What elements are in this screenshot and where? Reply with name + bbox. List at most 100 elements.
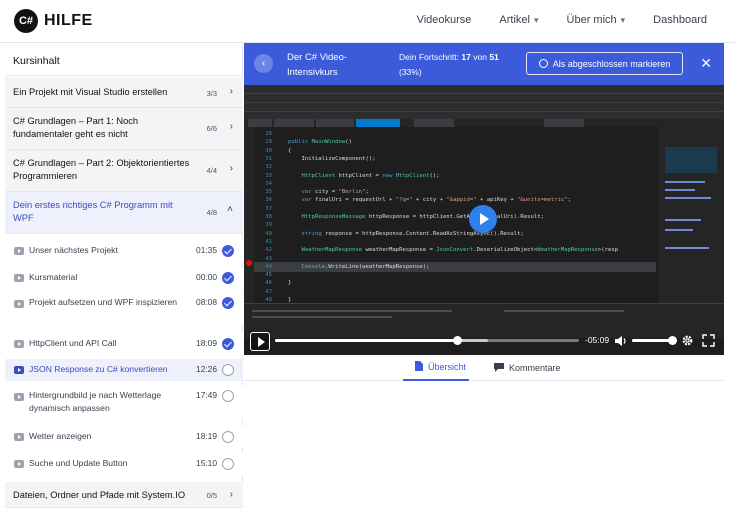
ide-gutter	[244, 127, 254, 303]
lesson-title: Unser nächstes Projekt	[29, 245, 118, 255]
nav-dashboard[interactable]: Dashboard	[653, 14, 707, 26]
lesson-item[interactable]: Unser nächstes Projekt 01:35	[5, 240, 243, 262]
tab-kommentare[interactable]: Kommentare	[494, 355, 574, 381]
mark-complete-button[interactable]: Als abgeschlossen markieren	[526, 52, 683, 75]
play-button[interactable]	[250, 332, 270, 351]
seek-bar[interactable]	[275, 336, 579, 345]
time-remaining: -05:09	[585, 335, 610, 345]
tab-uebersicht[interactable]: Übersicht	[403, 355, 469, 381]
tab-label: Kommentare	[509, 363, 561, 373]
course-progress: Dein Fortschritt: 17 von 51 (33%)	[399, 50, 499, 80]
nav-artikel[interactable]: Artikel ▾	[499, 14, 538, 26]
lesson-duration: 15:10	[196, 458, 217, 468]
tab-label: Übersicht	[428, 362, 467, 372]
chevron-right-icon: ›	[229, 121, 233, 132]
progress-total: 51	[489, 52, 499, 62]
main-nav: Videokurse Artikel ▾ Über mich ▾ Dashboard	[389, 14, 707, 26]
lesson-duration: 12:26	[196, 364, 217, 374]
lesson-duration: 01:35	[196, 245, 217, 255]
section-item[interactable]: C# Grundlagen – Part 1: Noch fundamental…	[5, 108, 243, 150]
progress-of: von	[473, 52, 487, 62]
lesson-duration: 18:19	[196, 431, 217, 441]
volume-slider[interactable]	[632, 336, 677, 345]
lesson-title: Wetter anzeigen	[29, 431, 92, 441]
video-icon	[14, 300, 24, 308]
chevron-right-icon: ›	[229, 489, 233, 500]
chevron-right-icon: ›	[229, 163, 233, 174]
check-empty-icon[interactable]	[222, 431, 234, 443]
lesson-item[interactable]: Projekt aufsetzen und WPF inspizieren 08…	[5, 293, 243, 325]
ide-tabs	[244, 119, 659, 127]
nav-videokurse[interactable]: Videokurse	[417, 14, 472, 26]
check-done-icon[interactable]	[222, 272, 234, 284]
section-item[interactable]: Dateien, Ordner und Pfade mit System.IO …	[5, 482, 243, 508]
chevron-down-icon: ▾	[533, 14, 539, 25]
ide-toolbar	[244, 85, 724, 119]
nav-label: Videokurse	[416, 14, 472, 26]
lesson-item[interactable]: Suche und Update Button 15:10	[5, 453, 243, 475]
check-empty-icon[interactable]	[222, 364, 234, 376]
content-tabs: Übersicht Kommentare	[244, 355, 724, 381]
seek-progress	[275, 339, 458, 342]
volume-handle[interactable]	[667, 336, 677, 345]
sidebar-title: Kursinhalt	[5, 43, 242, 76]
nav-ueber-mich[interactable]: Über mich ▾	[567, 14, 626, 26]
section-title: C# Grundlagen – Part 1: Noch fundamental…	[13, 116, 139, 139]
check-empty-icon[interactable]	[222, 390, 234, 402]
seek-handle[interactable]	[453, 336, 463, 345]
comment-icon	[494, 362, 504, 374]
section-count: 0/5	[206, 491, 217, 500]
section-item-active[interactable]: Dein erstes richtiges C# Programm mit WP…	[5, 192, 243, 234]
progress-done: 17	[461, 52, 471, 62]
center-play-button[interactable]	[469, 205, 497, 233]
lesson-item[interactable]: Wetter anzeigen 18:19	[5, 426, 243, 448]
player-controls: -05:09	[244, 328, 724, 355]
lesson-title: JSON Response zu C# konvertieren	[29, 364, 168, 374]
video-icon	[14, 393, 24, 401]
check-done-icon[interactable]	[222, 338, 234, 350]
section-title: Dein erstes richtiges C# Programm mit WP…	[13, 200, 173, 223]
nav-label: Artikel	[499, 14, 530, 26]
lesson-title: Kursmaterial	[29, 272, 78, 282]
section-title: Ein Projekt mit Visual Studio erstellen	[13, 87, 168, 97]
lesson-item[interactable]: Kursmaterial 00:00	[5, 267, 243, 289]
lesson-item[interactable]: HttpClient und API Call 18:09	[5, 333, 243, 355]
logo-badge: C#	[14, 9, 38, 33]
section-count: 3/3	[206, 89, 217, 98]
section-count: 6/6	[206, 124, 217, 133]
section-title: C# Grundlagen – Part 2: Objektorientiert…	[13, 158, 190, 181]
lesson-item[interactable]: Hintergrundbild je nach Wetterlage dynam…	[5, 386, 243, 418]
section-count: 4/4	[206, 166, 217, 175]
video-icon	[14, 340, 24, 348]
chevron-right-icon: ›	[229, 86, 233, 97]
section-title: Dateien, Ordner und Pfade mit System.IO	[13, 490, 186, 500]
check-done-icon[interactable]	[222, 245, 234, 257]
video-icon	[14, 460, 24, 468]
code-editor: 28 29 public MainWindow() 30{31 InitializeC…	[254, 127, 656, 303]
volume-icon[interactable]	[614, 335, 628, 347]
video-icon	[14, 366, 24, 374]
lesson-title: Suche und Update Button	[29, 458, 128, 468]
gear-icon[interactable]	[681, 334, 694, 347]
progress-label: Dein Fortschritt:	[399, 52, 459, 62]
fullscreen-icon[interactable]	[702, 334, 715, 347]
check-done-icon[interactable]	[222, 297, 234, 309]
course-title: Der C# Video-Intensivkurs	[287, 52, 348, 78]
section-item[interactable]: C# Grundlagen – Part 2: Objektorientiert…	[5, 150, 243, 192]
lesson-duration: 17:49	[196, 390, 217, 400]
top-navbar: C# HILFE Videokurse Artikel ▾ Über mich ▾ …	[0, 0, 735, 43]
back-button[interactable]: ‹	[254, 54, 273, 73]
nav-label: Über mich	[566, 14, 617, 26]
section-item[interactable]: Ein Projekt mit Visual Studio erstellen …	[5, 77, 243, 108]
check-empty-icon[interactable]	[222, 458, 234, 470]
lesson-title: Hintergrundbild je nach Wetterlage dynam…	[29, 390, 162, 413]
lesson-title: HttpClient und API Call	[29, 338, 117, 348]
nav-label: Dashboard	[653, 14, 707, 26]
close-icon[interactable]: ✕	[700, 55, 712, 71]
lesson-item-current[interactable]: JSON Response zu C# konvertieren 12:26	[5, 359, 243, 381]
video-player[interactable]: 28 29 public MainWindow() 30{31 InitializeC…	[244, 85, 724, 355]
course-header-bar: ‹ Der C# Video-Intensivkurs Dein Fortsch…	[244, 43, 724, 85]
logo-text: HILFE	[44, 12, 93, 29]
site-logo[interactable]: C# HILFE	[14, 9, 93, 33]
ide-diagnostics-panel	[659, 119, 724, 303]
